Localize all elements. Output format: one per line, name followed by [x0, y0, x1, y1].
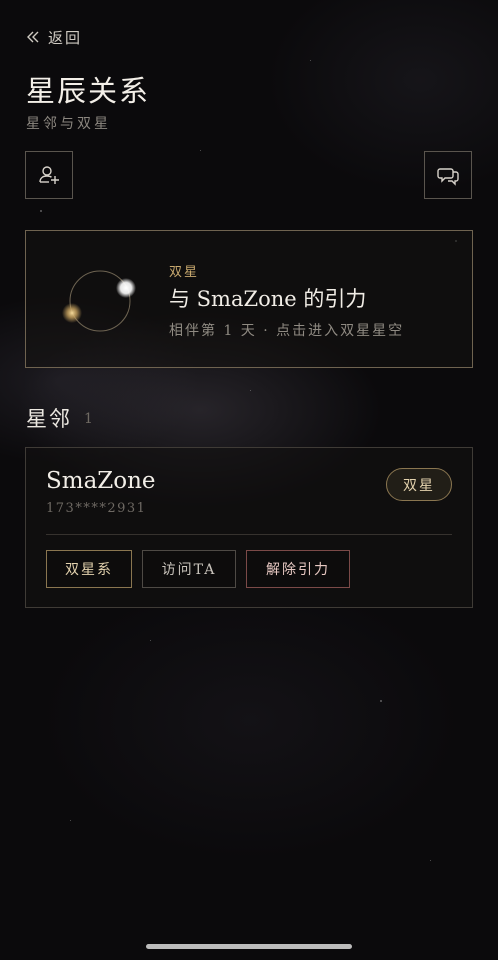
neighbors-count: 1: [84, 411, 93, 427]
binary-system-button[interactable]: 双星系: [46, 550, 132, 588]
contact-name: SmaZone: [46, 468, 156, 494]
add-user-icon: [39, 166, 59, 184]
remove-gravity-button[interactable]: 解除引力: [246, 550, 350, 588]
binary-label: 双星: [169, 265, 200, 280]
divider: [46, 534, 452, 535]
add-neighbor-button[interactable]: [25, 151, 73, 199]
messages-button[interactable]: [424, 151, 472, 199]
binary-star-card[interactable]: 双星 与 SmaZone 的引力 相伴第 1 天 · 点击进入双星星空: [25, 230, 473, 368]
double-chevron-left-icon: [27, 31, 39, 43]
binary-status-badge: 双星: [386, 468, 452, 501]
binary-description: 相伴第 1 天 · 点击进入双星星空: [169, 323, 405, 339]
page-subtitle: 星邻与双星: [26, 116, 111, 132]
back-button[interactable]: 返回: [26, 27, 82, 47]
binary-title: 与 SmaZone 的引力: [169, 287, 367, 311]
binary-orbit-icon: [62, 270, 136, 332]
home-indicator[interactable]: [146, 944, 352, 949]
contact-phone: 173****2931: [46, 501, 147, 516]
back-label: 返回: [48, 28, 83, 47]
chat-bubbles-icon: [437, 168, 459, 186]
visit-button[interactable]: 访问TA: [142, 550, 236, 588]
page-title: 星辰关系: [26, 74, 151, 108]
neighbors-section-title: 星邻: [26, 407, 72, 431]
list-item: SmaZone 173****2931 双星 双星系 访问TA 解除引力: [25, 447, 473, 608]
